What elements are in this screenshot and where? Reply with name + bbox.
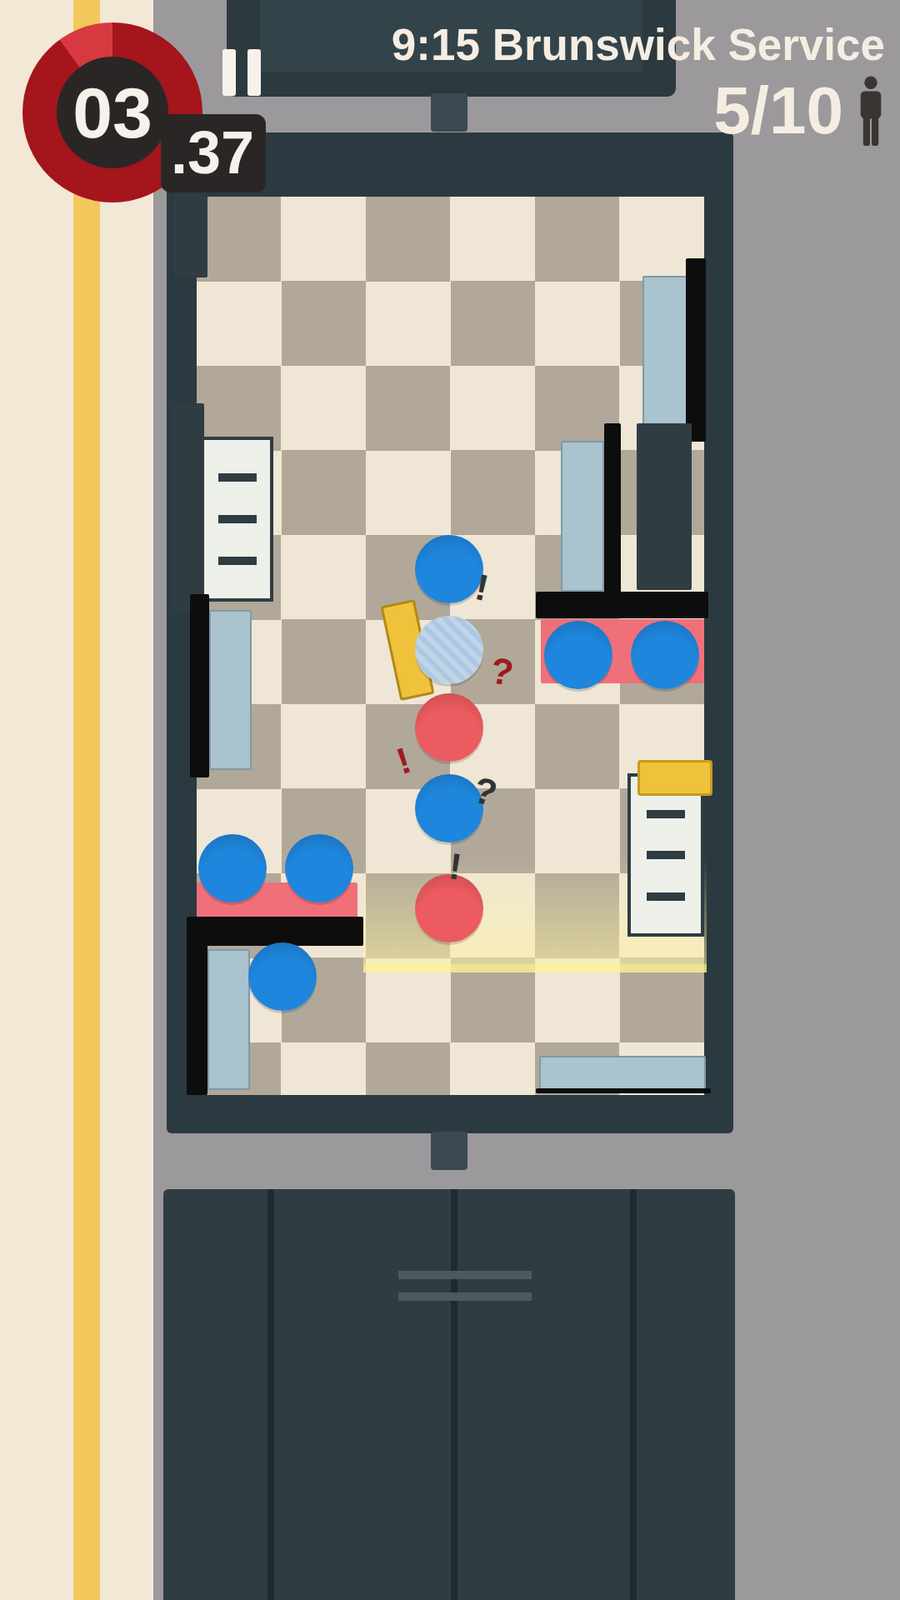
wall [188, 916, 364, 946]
wall [685, 258, 706, 442]
window-seat [207, 949, 250, 1090]
bench [200, 436, 274, 602]
pause-button[interactable] [222, 49, 261, 96]
coupler [430, 1131, 468, 1170]
wall [186, 916, 208, 1095]
window-seat [642, 275, 690, 429]
window-seat [539, 1055, 706, 1090]
coupler [430, 93, 468, 132]
passenger[interactable] [415, 774, 484, 843]
passenger[interactable] [285, 834, 354, 903]
timer: 03 .37 [22, 22, 203, 203]
service-title: 9:15 Brunswick Service [391, 20, 885, 71]
game-scene: ! ? ! ? ! 03 .37 9:15 Brunswick Service … [0, 0, 900, 1600]
passenger[interactable] [248, 942, 317, 1011]
bench [627, 773, 705, 937]
timer-fraction: .37 [160, 114, 266, 193]
passenger[interactable] [415, 535, 484, 604]
wall [171, 403, 205, 613]
cabinet [636, 423, 692, 590]
passenger[interactable] [544, 620, 613, 690]
passenger[interactable] [630, 620, 700, 690]
platform-edge-line [73, 0, 100, 1600]
wall [604, 423, 621, 602]
wall [535, 591, 709, 619]
luggage[interactable] [637, 760, 713, 796]
passenger[interactable] [415, 693, 484, 762]
roof-vent [398, 1270, 532, 1301]
passenger[interactable] [415, 615, 484, 685]
wall [190, 594, 210, 778]
window-seat [560, 440, 605, 592]
boarded-count: 5/10 [713, 74, 844, 148]
rear-carriage [163, 1189, 735, 1600]
timer-seconds: 03 [72, 76, 153, 149]
person-icon [856, 75, 885, 146]
wall [173, 194, 208, 278]
passenger[interactable] [198, 834, 267, 903]
wall [535, 1088, 711, 1094]
platform [0, 0, 154, 1600]
window-seat [209, 610, 252, 770]
hud: 9:15 Brunswick Service 5/10 [391, 20, 885, 148]
